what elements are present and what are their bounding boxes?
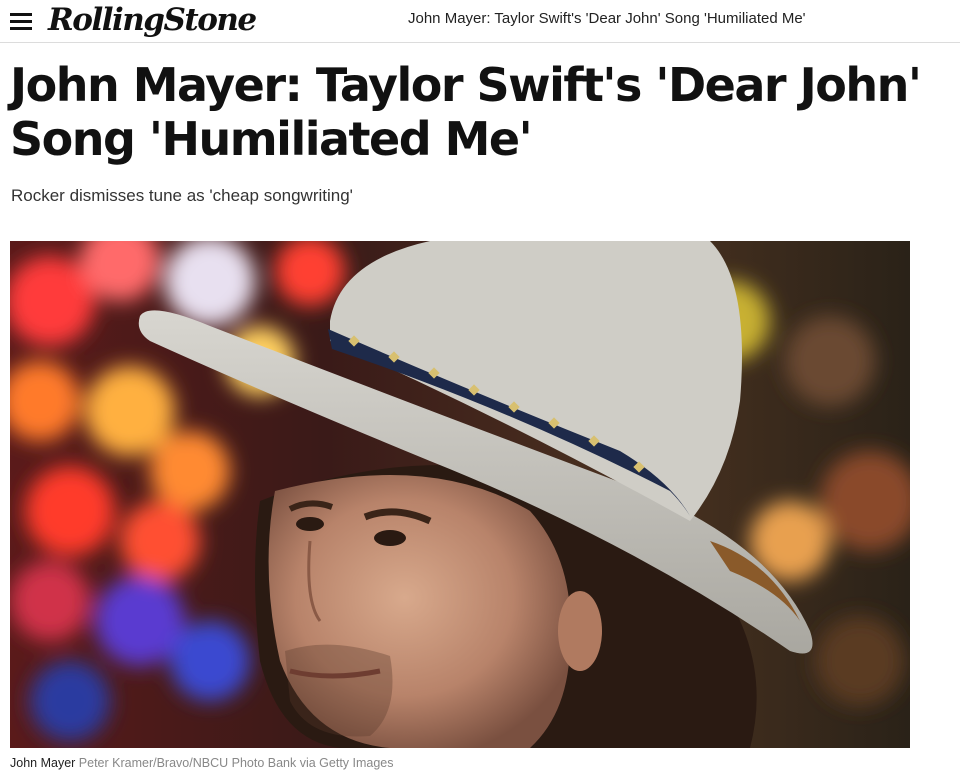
caption-credit: Peter Kramer/Bravo/NBCU Photo Bank via G… xyxy=(78,756,394,770)
article-subheadline: Rocker dismisses tune as 'cheap songwrit… xyxy=(11,186,353,205)
image-caption: John Mayer Peter Kramer/Bravo/NBCU Photo… xyxy=(10,755,394,771)
hero-photo-illustration xyxy=(10,241,910,748)
hero-image[interactable] xyxy=(10,241,910,748)
hamburger-menu-icon[interactable] xyxy=(10,13,32,30)
article-headline: John Mayer: Taylor Swift's 'Dear John' S… xyxy=(10,58,922,166)
header-article-title: John Mayer: Taylor Swift's 'Dear John' S… xyxy=(408,10,806,27)
site-header: RollingStone John Mayer: Taylor Swift's … xyxy=(0,0,960,43)
caption-name: John Mayer xyxy=(10,756,76,770)
site-logo[interactable]: RollingStone xyxy=(48,2,257,38)
